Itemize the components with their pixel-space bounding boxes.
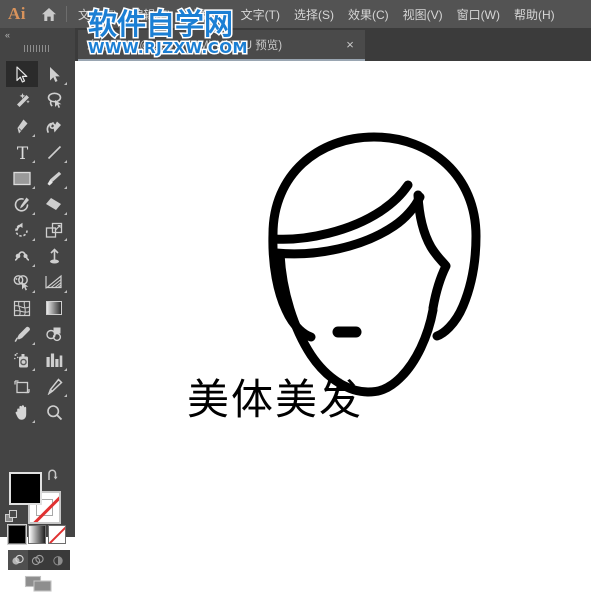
tool-flyout-indicator bbox=[32, 368, 35, 371]
tool-flyout-indicator bbox=[32, 420, 35, 423]
free-transform-tool[interactable] bbox=[38, 243, 70, 269]
document-tab[interactable]: 未标题-1* @ 100% (CMYK/GPU 预览) × bbox=[78, 30, 365, 61]
document-tab-bar: 未标题-1* @ 100% (CMYK/GPU 预览) × bbox=[0, 28, 591, 61]
rotate-tool[interactable] bbox=[6, 217, 38, 243]
close-icon[interactable]: × bbox=[339, 38, 361, 51]
curvature-tool[interactable] bbox=[38, 113, 70, 139]
fill-color-swatch[interactable] bbox=[9, 472, 42, 505]
line-segment-tool[interactable] bbox=[38, 139, 70, 165]
tool-flyout-indicator bbox=[64, 160, 67, 163]
panel-drag-handle[interactable] bbox=[24, 45, 52, 70]
menu-bar: Ai 文件(F) 编辑(E) 对象(O) 文字(T) 选择(S) 效果(C) 视… bbox=[0, 0, 591, 28]
tool-flyout-indicator bbox=[32, 264, 35, 267]
default-fill-box bbox=[9, 510, 17, 518]
eyedropper-tool[interactable] bbox=[6, 321, 38, 347]
home-icon[interactable] bbox=[34, 0, 64, 28]
tools-panel: T bbox=[0, 61, 75, 592]
hand-tool[interactable] bbox=[6, 399, 38, 425]
eraser-tool[interactable] bbox=[38, 191, 70, 217]
tool-flyout-indicator bbox=[64, 368, 67, 371]
tool-flyout-indicator bbox=[32, 134, 35, 137]
tool-flyout-indicator bbox=[32, 212, 35, 215]
svg-text:T: T bbox=[16, 144, 28, 161]
color-mode-solid[interactable] bbox=[7, 524, 27, 545]
direct-selection-tool[interactable] bbox=[38, 61, 70, 87]
menu-item-object[interactable]: 对象(O) bbox=[178, 0, 233, 28]
menu-item-file[interactable]: 文件(F) bbox=[71, 0, 124, 28]
color-mode-none[interactable] bbox=[48, 525, 66, 544]
perspective-grid-tool[interactable] bbox=[38, 269, 70, 295]
menu-item-type[interactable]: 文字(T) bbox=[234, 0, 287, 28]
default-fill-stroke-icon[interactable] bbox=[5, 510, 18, 523]
scale-tool[interactable] bbox=[38, 217, 70, 243]
document-canvas[interactable]: 美体美发 bbox=[75, 61, 591, 537]
draw-behind-mode[interactable] bbox=[28, 550, 48, 570]
swap-fill-stroke-icon[interactable] bbox=[46, 469, 60, 485]
woman-face-hair-logo[interactable] bbox=[75, 61, 591, 537]
tool-flyout-indicator bbox=[64, 290, 67, 293]
rectangle-tool[interactable] bbox=[6, 165, 38, 191]
selection-tool[interactable] bbox=[6, 61, 38, 87]
magic-wand-tool[interactable] bbox=[6, 87, 38, 113]
tool-flyout-indicator bbox=[32, 342, 35, 345]
color-mode-gradient[interactable] bbox=[28, 525, 46, 544]
shaper-tool[interactable] bbox=[6, 191, 38, 217]
menu-item-window[interactable]: 窗口(W) bbox=[450, 0, 507, 28]
document-tab-title: 未标题-1* @ 100% (CMYK/GPU 预览) bbox=[87, 39, 283, 52]
tool-flyout-indicator bbox=[64, 394, 67, 397]
menu-item-edit[interactable]: 编辑(E) bbox=[124, 0, 178, 28]
collapse-panel-icon[interactable]: « bbox=[5, 30, 10, 41]
tool-flyout-indicator bbox=[64, 82, 67, 85]
symbol-sprayer-tool[interactable] bbox=[6, 347, 38, 373]
draw-mode-row bbox=[8, 550, 70, 570]
menu-item-view[interactable]: 视图(V) bbox=[396, 0, 450, 28]
tool-flyout-indicator bbox=[32, 290, 35, 293]
mesh-tool[interactable] bbox=[6, 295, 38, 321]
color-mode-row bbox=[7, 524, 68, 547]
app-logo: Ai bbox=[8, 4, 26, 23]
artwork-text[interactable]: 美体美发 bbox=[75, 366, 475, 427]
tool-flyout-indicator bbox=[64, 186, 67, 189]
menu-divider bbox=[66, 6, 67, 22]
lasso-tool[interactable] bbox=[38, 87, 70, 113]
paintbrush-tool[interactable] bbox=[38, 165, 70, 191]
tool-flyout-indicator bbox=[32, 186, 35, 189]
column-graph-tool[interactable] bbox=[38, 347, 70, 373]
tool-flyout-indicator bbox=[64, 238, 67, 241]
slice-tool[interactable] bbox=[38, 373, 70, 399]
zoom-tool[interactable] bbox=[38, 399, 70, 425]
draw-inside-mode[interactable] bbox=[48, 550, 68, 570]
blend-tool[interactable] bbox=[38, 321, 70, 347]
menu-item-effect[interactable]: 效果(C) bbox=[341, 0, 396, 28]
tools-grid: T bbox=[6, 61, 70, 425]
draw-normal-mode[interactable] bbox=[8, 550, 28, 570]
shape-builder-tool[interactable] bbox=[6, 269, 38, 295]
menu-item-help[interactable]: 帮助(H) bbox=[507, 0, 562, 28]
tool-flyout-indicator bbox=[32, 238, 35, 241]
none-slash-icon bbox=[49, 526, 65, 543]
change-screen-mode[interactable] bbox=[24, 575, 54, 593]
pen-tool[interactable] bbox=[6, 113, 38, 139]
tool-flyout-indicator bbox=[64, 212, 67, 215]
width-tool[interactable] bbox=[6, 243, 38, 269]
tool-panel-header: « bbox=[0, 28, 75, 70]
artboard-tool[interactable] bbox=[6, 373, 38, 399]
type-tool[interactable]: T bbox=[6, 139, 38, 165]
menu-item-select[interactable]: 选择(S) bbox=[287, 0, 341, 28]
tool-flyout-indicator bbox=[32, 160, 35, 163]
gradient-tool[interactable] bbox=[38, 295, 70, 321]
